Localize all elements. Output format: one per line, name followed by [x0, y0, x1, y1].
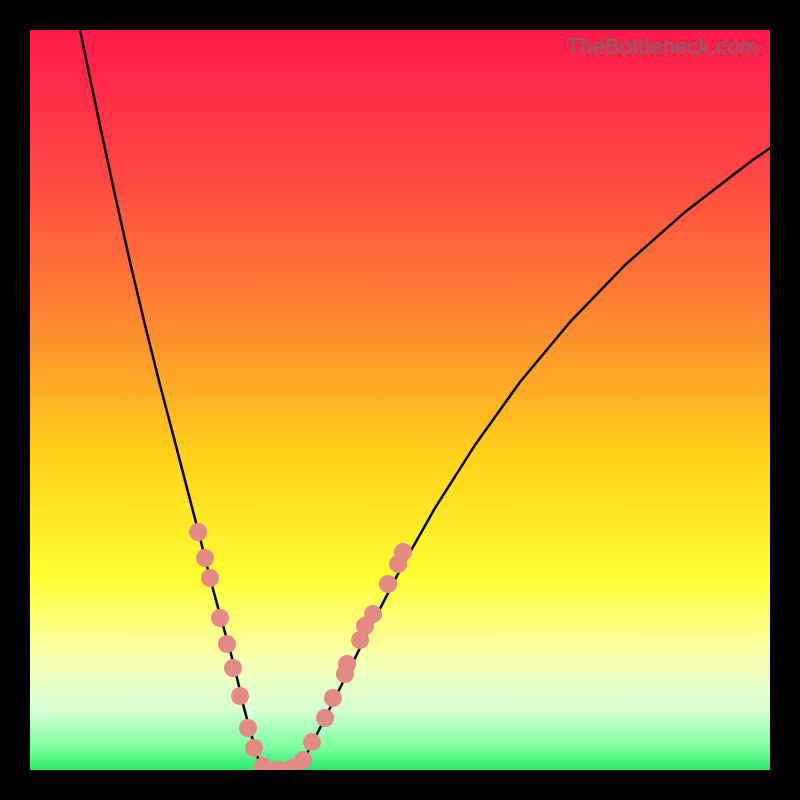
plot-area: TheBottleneck.com	[30, 30, 770, 770]
data-dot	[189, 523, 207, 541]
data-dot	[196, 549, 214, 567]
data-dot	[356, 617, 374, 635]
data-dot	[324, 689, 342, 707]
data-dot	[245, 739, 263, 757]
data-dot	[303, 733, 321, 751]
data-dot	[294, 751, 312, 769]
watermark-text: TheBottleneck.com	[566, 34, 758, 60]
data-dot	[211, 609, 229, 627]
data-dot	[394, 543, 412, 561]
data-dot	[231, 687, 249, 705]
bottleneck-curve	[80, 30, 770, 769]
data-dot	[218, 635, 236, 653]
data-dot	[338, 655, 356, 673]
curve-layer	[30, 30, 770, 770]
data-dot	[224, 659, 242, 677]
data-dot	[239, 719, 257, 737]
data-dot	[316, 709, 334, 727]
data-dot	[201, 569, 219, 587]
data-dot	[379, 575, 397, 593]
chart-frame: TheBottleneck.com	[0, 0, 800, 800]
